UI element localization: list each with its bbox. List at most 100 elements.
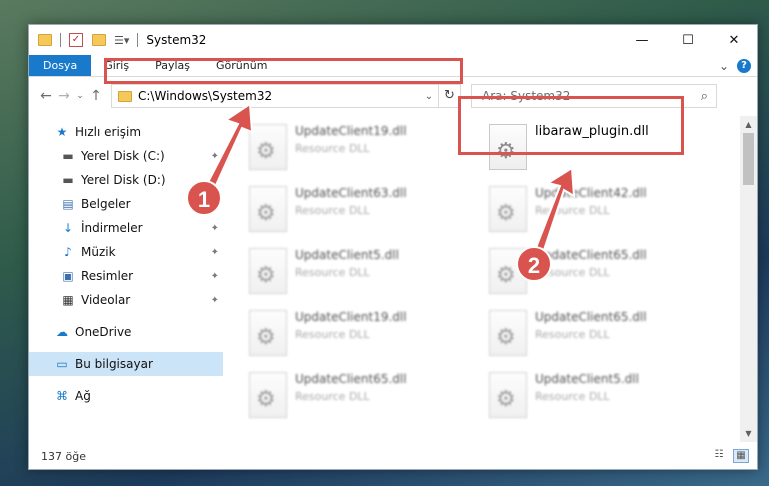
drive-icon: ▬ bbox=[62, 173, 74, 187]
file-type: Resource DLL bbox=[535, 266, 610, 279]
file-name: UpdateClient42.dll bbox=[535, 186, 647, 200]
dll-file-icon bbox=[489, 124, 527, 170]
file-item[interactable]: UpdateClient5.dll Resource DLL bbox=[489, 368, 709, 424]
sidebar-item-label: Ağ bbox=[75, 389, 91, 403]
videos-icon: ▦ bbox=[62, 293, 74, 307]
tab-file[interactable]: Dosya bbox=[29, 55, 92, 76]
dll-file-icon bbox=[249, 124, 287, 170]
file-name: UpdateClient65.dll bbox=[535, 248, 647, 262]
search-placeholder: Ara: System32 bbox=[482, 89, 571, 103]
file-item[interactable]: UpdateClient65.dll Resource DLL bbox=[249, 368, 469, 424]
scroll-up-arrow[interactable]: ▲ bbox=[740, 116, 757, 133]
file-item[interactable]: UpdateClient19.dll Resource DLL bbox=[249, 306, 469, 362]
window-title: System32 bbox=[146, 33, 207, 47]
file-type: Resource DLL bbox=[295, 390, 370, 403]
sidebar-item-6[interactable]: ▣ Resimler ✦ bbox=[29, 264, 223, 288]
pin-icon[interactable]: ✦ bbox=[211, 151, 219, 162]
file-name: UpdateClient19.dll bbox=[295, 310, 407, 324]
documents-icon: ▤ bbox=[62, 197, 74, 211]
pin-icon[interactable]: ✦ bbox=[211, 295, 219, 306]
vertical-scrollbar[interactable]: ▲ ▼ bbox=[740, 116, 757, 442]
pictures-icon: ▣ bbox=[62, 269, 74, 283]
scroll-down-arrow[interactable]: ▼ bbox=[740, 425, 757, 442]
search-box[interactable]: Ara: System32 ⌕ bbox=[471, 84, 717, 108]
sidebar-item-label: Yerel Disk (D:) bbox=[81, 173, 166, 187]
explorer-window: ✓ ☰▾ System32 — ☐ ✕ Dosya Giriş Paylaş G… bbox=[28, 24, 758, 470]
file-item[interactable]: UpdateClient65.dll Resource DLL bbox=[489, 306, 709, 362]
file-item[interactable]: UpdateClient63.dll Resource DLL bbox=[249, 182, 469, 238]
maximize-button[interactable]: ☐ bbox=[665, 25, 711, 55]
expand-ribbon-icon[interactable]: ⌄ bbox=[719, 59, 729, 73]
content-area: ★ Hızlı erişim ▬ Yerel Disk (C:) ✦ ▬ Yerel Dis… bbox=[29, 116, 757, 442]
properties-icon[interactable]: ✓ bbox=[69, 33, 83, 47]
downloads-icon: ↓ bbox=[62, 221, 74, 235]
scroll-thumb[interactable] bbox=[743, 133, 754, 185]
navigation-pane: ★ Hızlı erişim ▬ Yerel Disk (C:) ✦ ▬ Yerel Dis… bbox=[29, 116, 223, 442]
status-bar: 137 öğe ☷ ▦ bbox=[29, 443, 757, 469]
file-item[interactable]: UpdateClient5.dll Resource DLL bbox=[249, 244, 469, 300]
close-button[interactable]: ✕ bbox=[711, 25, 757, 55]
refresh-button[interactable]: ↻ bbox=[438, 85, 460, 107]
pin-icon[interactable]: ✦ bbox=[211, 175, 219, 186]
address-bar[interactable]: C:\Windows\System32 ⌄ ↻ bbox=[111, 84, 461, 108]
pin-icon[interactable]: ✦ bbox=[211, 199, 219, 210]
search-icon[interactable]: ⌕ bbox=[701, 89, 708, 104]
sidebar-item-5[interactable]: ♪ Müzik ✦ bbox=[29, 240, 223, 264]
recent-locations-button[interactable]: ⌄ bbox=[73, 91, 87, 101]
sidebar-item-7[interactable]: ▦ Videolar ✦ bbox=[29, 288, 223, 312]
address-dropdown-button[interactable]: ⌄ bbox=[420, 91, 438, 102]
navigation-bar: ← → ⌄ ↑ C:\Windows\System32 ⌄ ↻ Ara: Sys… bbox=[29, 77, 757, 115]
pin-icon[interactable]: ✦ bbox=[211, 247, 219, 258]
tab-share[interactable]: Paylaş bbox=[142, 55, 203, 76]
folder-icon bbox=[118, 90, 132, 102]
file-item[interactable]: UpdateClient65.dll Resource DLL bbox=[489, 244, 709, 300]
new-folder-icon[interactable] bbox=[92, 34, 106, 46]
customize-toolbar-icon[interactable]: ☰▾ bbox=[114, 34, 129, 47]
file-name: UpdateClient5.dll bbox=[535, 372, 639, 386]
dll-file-icon bbox=[249, 248, 287, 294]
file-item[interactable]: libaraw_plugin.dll bbox=[489, 120, 709, 176]
sidebar-item-4[interactable]: ↓ İndirmeler ✦ bbox=[29, 216, 223, 240]
drive-icon: ▬ bbox=[62, 149, 74, 163]
file-item[interactable]: UpdateClient19.dll Resource DLL bbox=[249, 120, 469, 176]
pin-icon[interactable]: ✦ bbox=[211, 223, 219, 234]
sidebar-item-3[interactable]: ▤ Belgeler ✦ bbox=[29, 192, 223, 216]
details-view-icon[interactable]: ☷ bbox=[711, 449, 727, 463]
dll-file-icon bbox=[489, 186, 527, 232]
address-path[interactable]: C:\Windows\System32 bbox=[138, 89, 272, 103]
file-type: Resource DLL bbox=[535, 204, 610, 217]
back-button[interactable]: ← bbox=[37, 88, 55, 104]
help-icon[interactable]: ? bbox=[737, 58, 751, 73]
cloud-icon: ☁ bbox=[56, 325, 68, 339]
dll-file-icon bbox=[489, 310, 527, 356]
minimize-button[interactable]: — bbox=[619, 25, 665, 55]
sidebar-item-8[interactable]: ☁ OneDrive bbox=[29, 320, 223, 344]
divider bbox=[60, 33, 61, 47]
tab-home[interactable]: Giriş bbox=[91, 55, 142, 76]
sidebar-item-label: Resimler bbox=[81, 269, 134, 283]
sidebar-item-9[interactable]: ▭ Bu bilgisayar bbox=[29, 352, 223, 376]
file-name: UpdateClient63.dll bbox=[295, 186, 407, 200]
sidebar-item-2[interactable]: ▬ Yerel Disk (D:) ✦ bbox=[29, 168, 223, 192]
file-item[interactable]: UpdateClient42.dll Resource DLL bbox=[489, 182, 709, 238]
up-button[interactable]: ↑ bbox=[87, 88, 105, 104]
sidebar-item-label: Belgeler bbox=[81, 197, 131, 211]
file-name: UpdateClient65.dll bbox=[295, 372, 407, 386]
sidebar-item-1[interactable]: ▬ Yerel Disk (C:) ✦ bbox=[29, 144, 223, 168]
sidebar-item-0[interactable]: ★ Hızlı erişim bbox=[29, 120, 223, 144]
sidebar-item-10[interactable]: ⌘ Ağ bbox=[29, 384, 223, 408]
pin-icon[interactable]: ✦ bbox=[211, 271, 219, 282]
file-type: Resource DLL bbox=[295, 204, 370, 217]
dll-file-icon bbox=[489, 372, 527, 418]
forward-button[interactable]: → bbox=[55, 88, 73, 104]
file-name: UpdateClient19.dll bbox=[295, 124, 407, 138]
large-icons-view-icon[interactable]: ▦ bbox=[733, 449, 749, 463]
folder-icon bbox=[38, 34, 52, 46]
file-list: UpdateClient19.dll Resource DLL libaraw_pl… bbox=[223, 116, 757, 442]
divider bbox=[137, 33, 139, 47]
tab-view[interactable]: Görünüm bbox=[203, 55, 280, 76]
dll-file-icon bbox=[249, 372, 287, 418]
